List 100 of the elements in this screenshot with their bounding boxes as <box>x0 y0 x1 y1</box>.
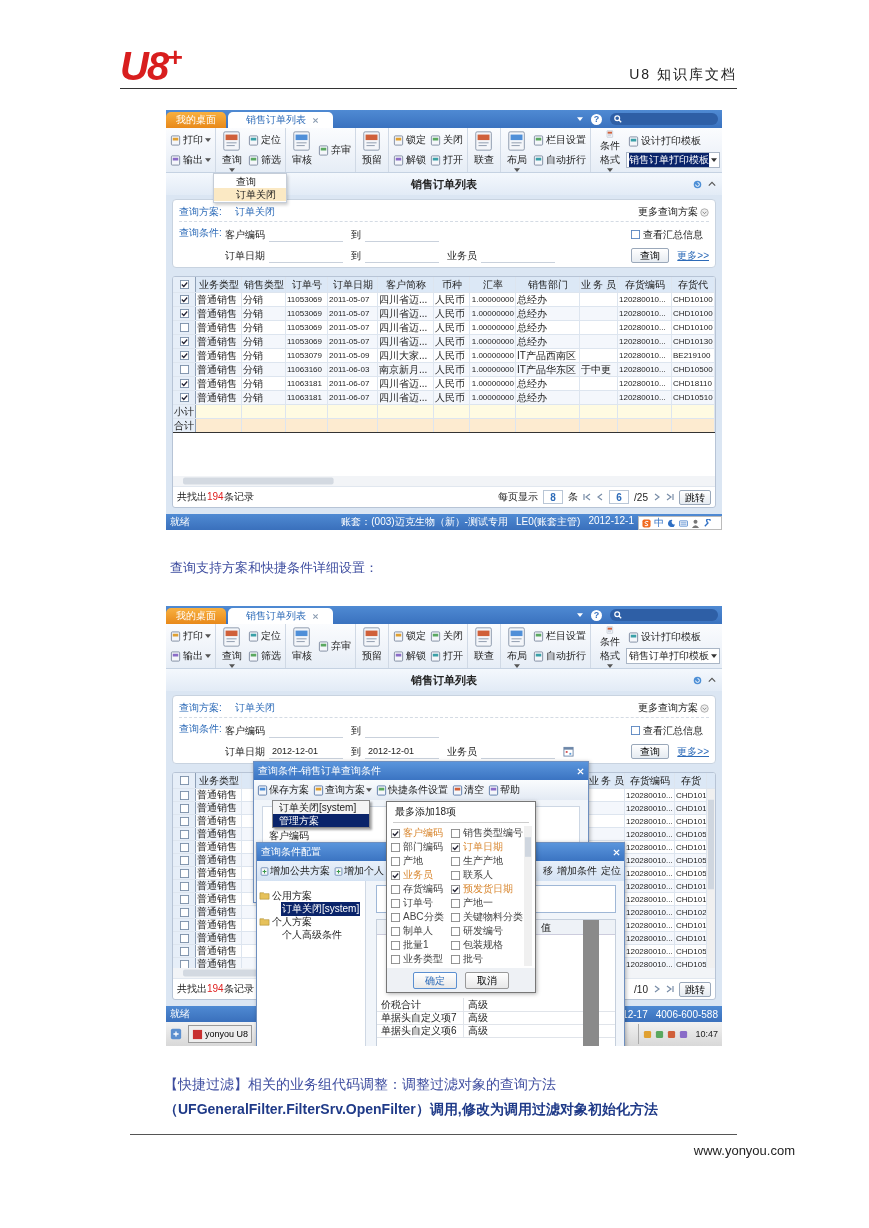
table-cell: CHD105 <box>676 868 706 878</box>
checkbox-label: 部门编码 <box>403 840 443 854</box>
table-cell: 分销 <box>243 321 263 334</box>
table-cell: 普通销售 <box>197 802 237 814</box>
record-count: 共找出194条记录 <box>177 982 254 996</box>
table-cell: 11053069 <box>287 309 322 318</box>
status-text: 就绪 <box>170 1007 190 1021</box>
table-cell: 分销 <box>243 335 263 348</box>
table-cell: 2011-05-07 <box>329 337 370 346</box>
table-cell: 11063160 <box>287 365 322 374</box>
table-cell: 总经办 <box>517 391 547 404</box>
field-label: 客户编码 <box>269 830 309 842</box>
table-cell: 120280010... <box>626 868 673 878</box>
checkbox-label: 业务类型 <box>403 952 443 966</box>
table-cell: 分销 <box>243 391 263 404</box>
field-label: 业务员 <box>447 744 477 759</box>
table-cell: 120280010... <box>626 829 673 839</box>
page-total: /10 <box>634 983 648 995</box>
table-cell: CHD10500 <box>673 365 713 374</box>
checkbox-label: 产地一 <box>463 896 493 910</box>
scheme-name: 订单关闭 <box>235 205 275 219</box>
table-cell: 1.00000000 <box>471 309 514 318</box>
table-cell: 分销 <box>243 293 263 306</box>
table-cell: 120280010... <box>626 933 673 943</box>
table-cell: 普通销售 <box>197 906 237 918</box>
table-cell: 普通销售 <box>197 919 237 931</box>
table-cell: 120280010... <box>619 393 666 402</box>
table-cell: 四川省迈... <box>379 335 428 348</box>
table-cell: 11063181 <box>287 393 322 402</box>
table-cell: 总经办 <box>517 307 547 320</box>
status-text: 就绪 <box>170 515 190 529</box>
table-cell: 普通销售 <box>197 841 237 853</box>
record-count: 共找出194条记录 <box>177 490 254 504</box>
table-cell: 普通销售 <box>197 945 237 957</box>
checkbox-label: 制单人 <box>403 924 433 938</box>
table-cell: 120280010... <box>626 803 673 813</box>
table-cell: 普通销售 <box>197 377 237 390</box>
table-cell: 普通销售 <box>197 828 237 840</box>
table-cell: CHD10130 <box>673 337 713 346</box>
table-cell: 1.00000000 <box>471 323 514 332</box>
table-cell: 四川省迈... <box>379 307 428 320</box>
table-cell: 南京新月... <box>379 363 428 376</box>
table-cell: CHD10100 <box>673 295 713 304</box>
total-label: 合计 <box>174 418 194 433</box>
popup-title: 最多添加18项 <box>393 802 529 823</box>
table-cell: 人民币 <box>435 377 465 390</box>
total-label: 小计 <box>174 404 194 419</box>
field-label: 到 <box>351 227 361 242</box>
table-cell: 人民币 <box>435 293 465 306</box>
table-cell: 总经办 <box>517 377 547 390</box>
table-cell: 总经办 <box>517 293 547 306</box>
table-cell: 1.00000000 <box>471 379 514 388</box>
table-cell: 2011-05-07 <box>329 295 370 304</box>
table-cell: 人民币 <box>435 307 465 320</box>
table-cell: 2011-05-09 <box>329 351 370 360</box>
table-cell: 普通销售 <box>197 815 237 827</box>
page-size-label: 每页显示 <box>498 490 539 504</box>
table-cell: 普通销售 <box>197 335 237 348</box>
table-cell: 120280010... <box>626 855 673 865</box>
field-label: 客户编码 <box>225 227 265 242</box>
table-cell: 人民币 <box>435 335 465 348</box>
table-cell: 120280010... <box>626 907 673 917</box>
table-cell: 11053069 <box>287 295 322 304</box>
table-cell: CHD10100 <box>673 323 713 332</box>
table-cell: 普通销售 <box>197 307 237 320</box>
table-cell: 120280010... <box>626 842 673 852</box>
checkbox-label: 联系人 <box>463 868 493 882</box>
field-label: 到 <box>351 248 361 263</box>
dialog-title: 查询条件配置 <box>261 845 321 859</box>
table-cell: 120280010... <box>626 881 673 891</box>
table-cell: 120280010... <box>626 816 673 826</box>
table-cell: 普通销售 <box>197 363 237 376</box>
field-label: 客户编码 <box>225 723 265 738</box>
checkbox-label: 销售类型编号 <box>463 826 523 840</box>
table-cell: 普通销售 <box>197 789 237 801</box>
table-cell: CHD10510 <box>673 393 713 402</box>
table-cell: 人民币 <box>435 321 465 334</box>
table-cell: 四川省迈... <box>379 391 428 404</box>
page-total: /25 <box>634 491 648 503</box>
table-cell: 2011-06-07 <box>329 379 370 388</box>
table-cell-text: 高级 <box>467 1024 488 1038</box>
field-label: 查询条件: <box>179 722 223 736</box>
table-cell: CHD101 <box>676 933 706 943</box>
paragraph-line: （UFGeneralFilter.FilterSrv.OpenFilter）调用,修改为调用过滤对象初始化方法 <box>164 1100 659 1119</box>
table-cell: 120280010... <box>619 323 666 332</box>
table-cell: CHD101 <box>676 920 706 930</box>
clock: 10:47 <box>695 1029 718 1039</box>
table-cell: 普通销售 <box>197 958 237 968</box>
checkbox-label: 生产产地 <box>463 854 503 868</box>
table-cell: 1.00000000 <box>471 351 514 360</box>
table-cell: 人民币 <box>435 349 465 362</box>
table-cell: 分销 <box>243 363 263 376</box>
table-cell: 120280010... <box>619 351 666 360</box>
status-text: 4006-600-588 <box>655 1008 718 1020</box>
table-cell: 11053069 <box>287 323 322 332</box>
table-cell: CHD102 <box>676 907 706 917</box>
table-cell: CHD10100 <box>673 309 713 318</box>
checkbox-label: 客户编码 <box>403 826 443 840</box>
checkbox-label: 产地 <box>403 854 423 868</box>
field-label: 订单日期 <box>225 744 265 759</box>
